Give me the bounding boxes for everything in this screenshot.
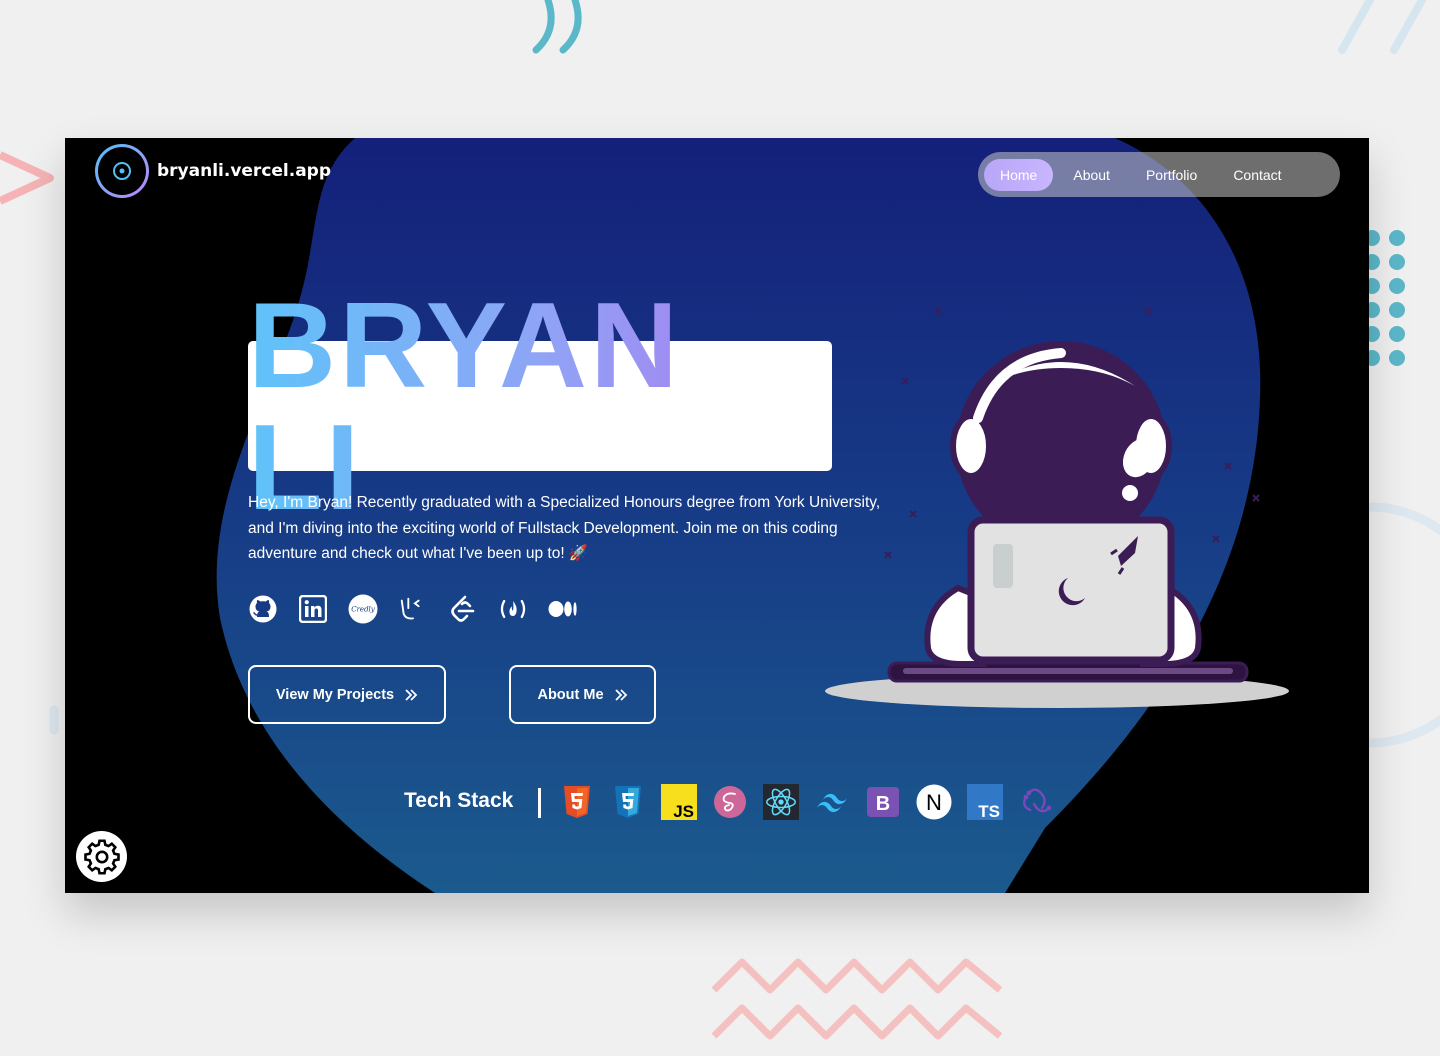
main-nav: Home About Portfolio Contact bbox=[978, 152, 1340, 197]
hero-frame: bryanli.vercel.app Home About Portfolio … bbox=[65, 138, 1369, 893]
css3-icon bbox=[610, 784, 646, 820]
kattis-icon[interactable] bbox=[398, 594, 428, 624]
decor-slashes bbox=[1338, 0, 1426, 54]
svg-text:N: N bbox=[926, 790, 942, 815]
decor-parentheses bbox=[532, 0, 582, 54]
hero-intro: Hey, I'm Bryan! Recently graduated with … bbox=[248, 494, 881, 562]
view-projects-button[interactable]: View My Projects bbox=[248, 665, 446, 724]
decor-chevron bbox=[0, 151, 54, 205]
typescript-icon: TS bbox=[967, 784, 1003, 820]
name-box: BRYAN LI bbox=[248, 284, 832, 528]
double-chevron-right-icon bbox=[614, 688, 627, 701]
settings-button[interactable] bbox=[76, 831, 127, 882]
redux-icon bbox=[1018, 784, 1054, 820]
brand[interactable]: bryanli.vercel.app bbox=[95, 144, 331, 198]
tech-stack-title: Tech Stack bbox=[404, 789, 514, 812]
site-name[interactable]: bryanli.vercel.app bbox=[157, 161, 331, 181]
github-icon[interactable] bbox=[248, 594, 278, 624]
svg-text:TS: TS bbox=[978, 802, 1000, 820]
nextjs-icon: N bbox=[916, 784, 952, 820]
nav-home[interactable]: Home bbox=[984, 158, 1054, 191]
svg-text:Credly: Credly bbox=[351, 606, 376, 614]
view-projects-label: View My Projects bbox=[275, 686, 395, 703]
decor-zigzag bbox=[711, 958, 1003, 1040]
linkedin-icon[interactable] bbox=[298, 594, 328, 624]
credly-icon[interactable]: Credly bbox=[348, 594, 378, 624]
decor-dots bbox=[1365, 230, 1405, 366]
tech-stack-divider bbox=[538, 788, 541, 818]
bootstrap-icon: B bbox=[865, 784, 901, 820]
gear-icon bbox=[83, 838, 120, 875]
nav-about[interactable]: About bbox=[1057, 159, 1126, 191]
medium-icon[interactable] bbox=[548, 594, 578, 624]
tailwind-icon bbox=[814, 784, 850, 820]
nav-contact[interactable]: Contact bbox=[1217, 159, 1297, 191]
target-icon bbox=[113, 162, 131, 180]
astronaut-illustration bbox=[825, 341, 1289, 708]
nav-portfolio[interactable]: Portfolio bbox=[1130, 159, 1213, 191]
double-chevron-right-icon bbox=[405, 688, 418, 701]
brand-logo[interactable] bbox=[95, 144, 149, 198]
svg-text:JS: JS bbox=[673, 802, 694, 820]
html5-icon bbox=[559, 784, 595, 820]
about-me-button[interactable]: About Me bbox=[509, 665, 656, 724]
svg-text:B: B bbox=[876, 793, 890, 815]
javascript-icon: JS bbox=[661, 784, 697, 820]
leetcode-icon[interactable] bbox=[448, 594, 478, 624]
tech-stack-icons: JS B N TS bbox=[559, 784, 1054, 820]
react-icon bbox=[763, 784, 799, 820]
about-me-label: About Me bbox=[537, 686, 604, 703]
social-links: Credly bbox=[248, 594, 578, 624]
sass-icon bbox=[712, 784, 748, 820]
freecodecamp-icon[interactable] bbox=[498, 594, 528, 624]
